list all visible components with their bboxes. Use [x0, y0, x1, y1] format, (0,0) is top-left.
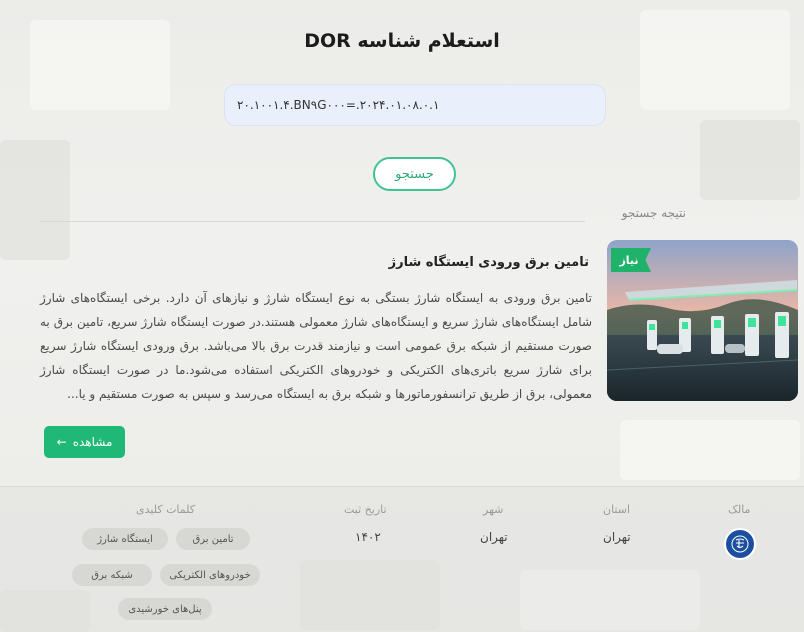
owner-label: مالک: [728, 503, 751, 516]
city-value: تهران: [480, 530, 508, 544]
city-label: شهر: [483, 503, 504, 516]
results-divider: [40, 221, 585, 222]
keyword-tag[interactable]: پنل‌های خورشیدی: [118, 598, 212, 620]
dor-search-input[interactable]: [224, 84, 606, 126]
page: استعلام شناسه DOR جستجو نتیجه جستجو: [0, 0, 804, 632]
results-section-label: نتیجه جستجو: [621, 206, 686, 220]
search-button[interactable]: جستجو: [373, 157, 456, 191]
keywords-label: کلمات کلیدی: [136, 503, 196, 516]
owner-logo-icon[interactable]: [724, 528, 756, 560]
keyword-tag[interactable]: خودروهای الکتریکی: [160, 564, 260, 586]
province-label: استان: [603, 503, 631, 516]
keyword-tag[interactable]: تامین برق: [176, 528, 250, 550]
view-button[interactable]: مشاهده ←: [44, 426, 125, 458]
province-value: تهران: [603, 530, 631, 544]
result-description: تامین برق ورودی به ایستگاه شارژ بستگی به…: [40, 291, 592, 401]
registration-date-value: ۱۴۰۲: [355, 530, 381, 544]
keyword-tag[interactable]: ایستگاه شارژ: [82, 528, 168, 550]
keyword-tag[interactable]: شبکه برق: [72, 564, 152, 586]
need-badge: نیاز: [611, 248, 651, 272]
view-button-label: مشاهده: [72, 435, 113, 449]
arrow-left-icon: ←: [56, 435, 67, 449]
result-title[interactable]: تامین برق ورودی ایستگاه شارژ: [389, 255, 589, 270]
page-title: استعلام شناسه DOR: [304, 30, 500, 52]
seal-icon: [731, 535, 749, 553]
registration-date-label: تاریخ ثبت: [344, 503, 387, 516]
